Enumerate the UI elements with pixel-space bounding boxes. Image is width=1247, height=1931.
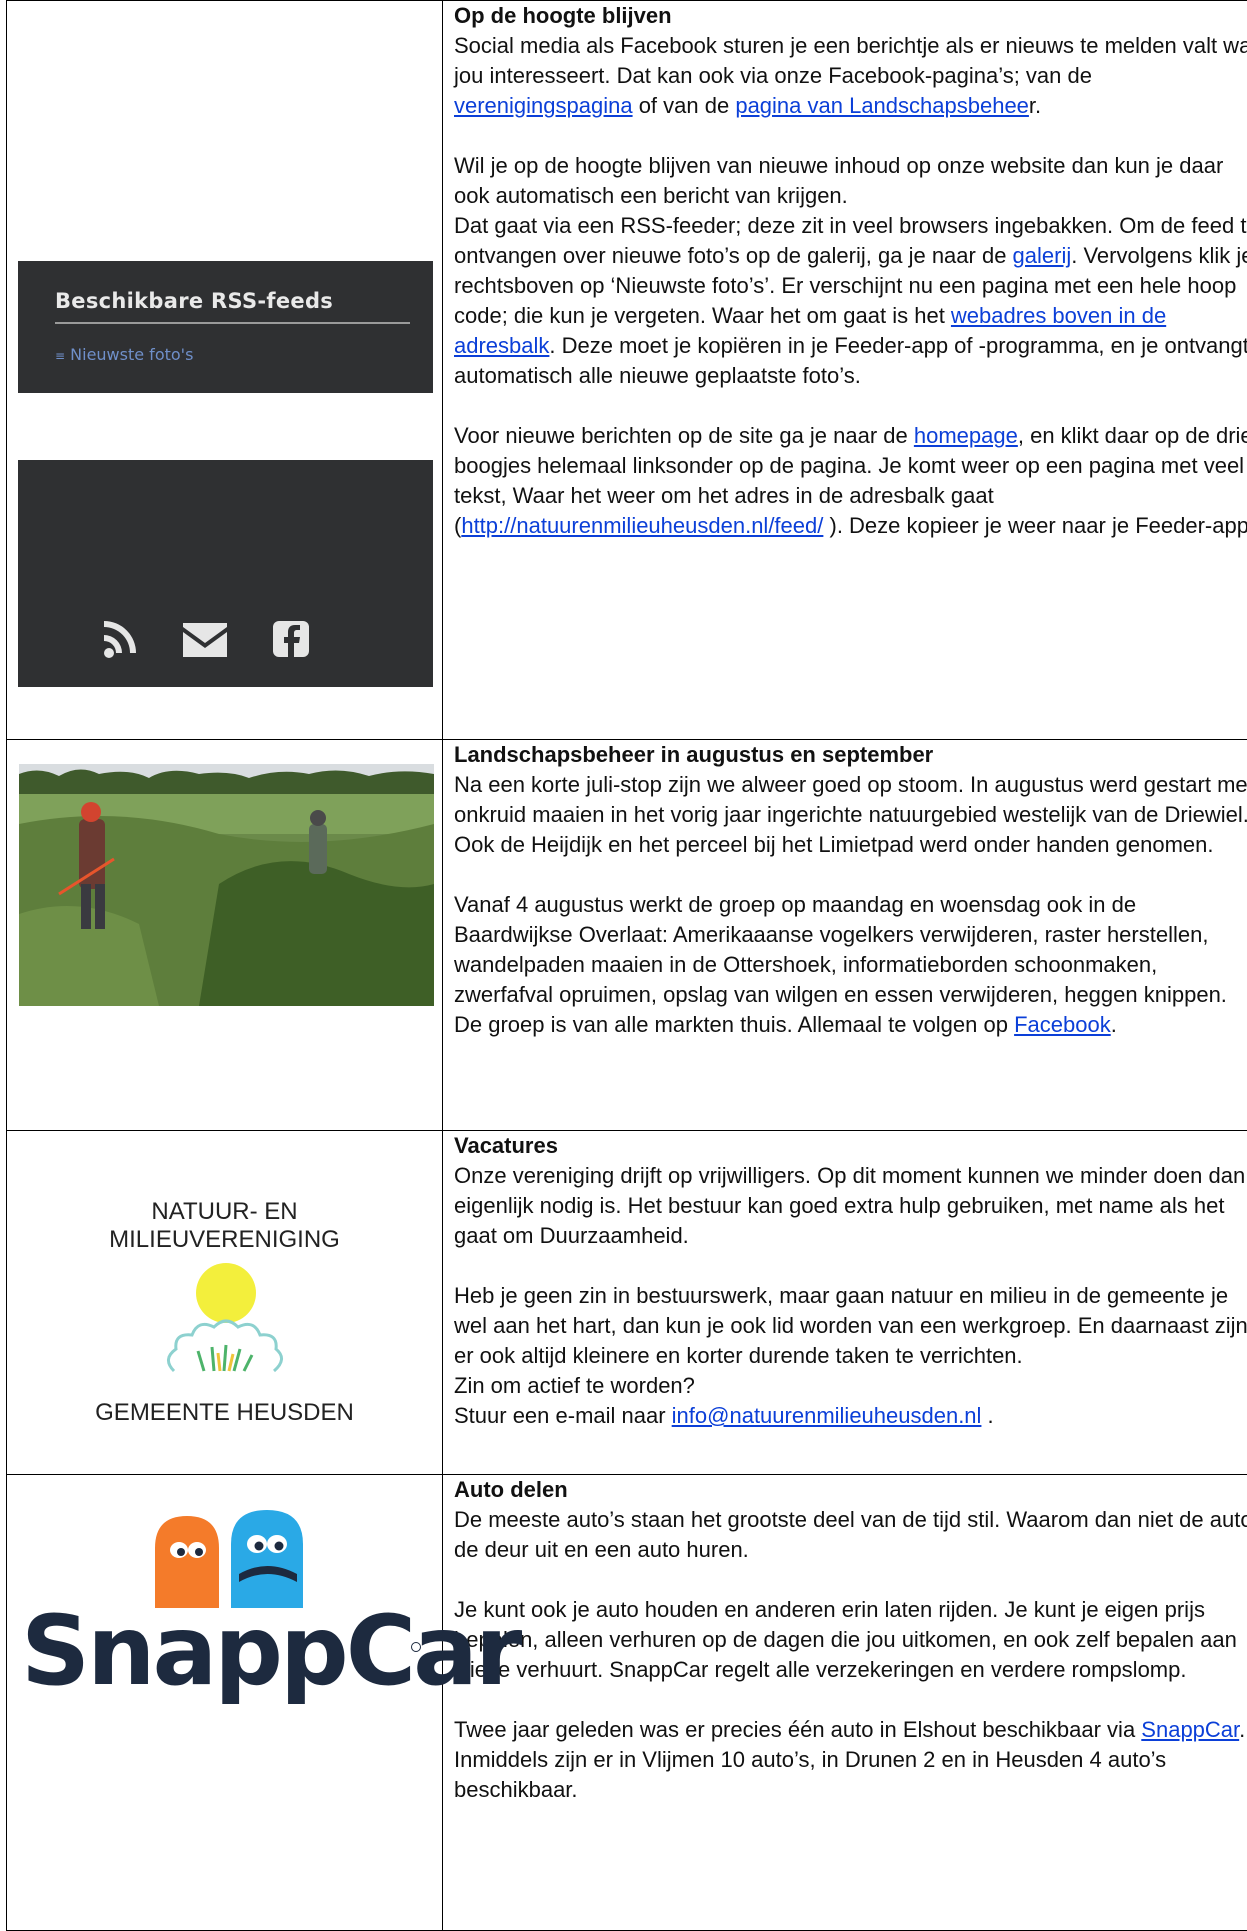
registered-mark-icon (411, 1642, 421, 1652)
logo-line: MILIEUVERENIGING (7, 1226, 442, 1254)
paragraph: Onze vereniging drijft op vrijwilligers.… (454, 1161, 1247, 1251)
feed-url-link[interactable]: http://natuurenmilieuheusden.nl/feed/ (461, 513, 823, 538)
article-title: Landschapsbeheer in augustus en septembe… (454, 740, 1247, 770)
article-vacancies: Vacatures Onze vereniging drijft op vrij… (443, 1131, 1247, 1475)
article-landscape-management: Landschapsbeheer in augustus en septembe… (443, 740, 1247, 1131)
rss-icon (104, 621, 136, 658)
snappcar-link[interactable]: SnappCar (1141, 1717, 1239, 1742)
association-page-link[interactable]: verenigingspagina (454, 93, 633, 118)
paragraph: Vanaf 4 augustus werkt de groep op maand… (454, 890, 1247, 1040)
association-logo: NATUUR- EN MILIEUVERENIGING (7, 1131, 442, 1474)
photo-cell (7, 740, 443, 1131)
paragraph: Twee jaar geleden was er precies één aut… (454, 1715, 1247, 1805)
newsletter-table: Beschikbare RSS-feeds ≡ Nieuwste foto's (6, 0, 1247, 1931)
divider (55, 322, 410, 324)
paragraph: De meeste auto’s staan het grootste deel… (454, 1505, 1247, 1565)
paragraph: Voor nieuwe berichten op de site ga je n… (454, 421, 1247, 541)
logo-text: NATUUR- EN MILIEUVERENIGING (7, 1198, 442, 1254)
snappcar-logo-text: SnappCar (21, 1595, 519, 1707)
mail-icon (183, 623, 227, 657)
text: . (981, 1403, 993, 1428)
logo-cell: NATUUR- EN MILIEUVERENIGING (7, 1131, 443, 1475)
article-row-carsharing: SnappCar Auto delen De meeste auto’s sta… (7, 1475, 1247, 1931)
text: Stuur een e-mail naar (454, 1403, 672, 1428)
article-row-rss: Beschikbare RSS-feeds ≡ Nieuwste foto's (7, 1, 1247, 740)
text: Twee jaar geleden was er precies één aut… (454, 1717, 1141, 1742)
snappcar-logo: SnappCar (7, 1475, 442, 1775)
facebook-icon (273, 621, 309, 657)
rss-feeds-screenshot: Beschikbare RSS-feeds ≡ Nieuwste foto's (18, 261, 433, 393)
article-row-vacancies: NATUUR- EN MILIEUVERENIGING (7, 1131, 1247, 1475)
article-stay-updated: Op de hoogte blijven Social media als Fa… (443, 1, 1247, 740)
snappcar-mascots-icon (147, 1508, 317, 1608)
landscape-page-link[interactable]: pagina van Landschapsbehee (735, 93, 1029, 118)
article-title: Auto delen (454, 1475, 1247, 1505)
rss-icon: ≡ (55, 349, 65, 363)
paragraph: Wil je op de hoogte blijven van nieuwe i… (454, 151, 1247, 211)
homepage-link[interactable]: homepage (914, 423, 1018, 448)
paragraph: Stuur een e-mail naar info@natuurenmilie… (454, 1401, 1247, 1431)
email-link[interactable]: info@natuurenmilieuheusden.nl (672, 1403, 982, 1428)
rss-panel-title: Beschikbare RSS-feeds (55, 289, 333, 313)
text: . Deze moet je kopiëren in je Feeder-app… (454, 333, 1247, 388)
paragraph: Na een korte juli-stop zijn we alweer go… (454, 770, 1247, 860)
newest-photos-link[interactable]: ≡ Nieuwste foto's (55, 345, 193, 364)
text: Social media als Facebook sturen je een … (454, 33, 1247, 88)
paragraph: Heb je geen zin in bestuurswerk, maar ga… (454, 1281, 1247, 1371)
snappcar-logo-cell: SnappCar (7, 1475, 443, 1931)
rss-image-cell: Beschikbare RSS-feeds ≡ Nieuwste foto's (7, 1, 443, 740)
newest-photos-label: Nieuwste foto's (70, 345, 193, 364)
article-title: Vacatures (454, 1131, 1247, 1161)
sun-cloud-icon (154, 1259, 294, 1399)
logo-bottom-text: GEMEENTE HEUSDEN (7, 1399, 442, 1427)
article-row-landscape: Landschapsbeheer in augustus en septembe… (7, 740, 1247, 1131)
text: . (1111, 1012, 1117, 1037)
paragraph: Je kunt ook je auto houden en anderen er… (454, 1595, 1247, 1685)
text: of van de (633, 93, 736, 118)
social-icons (18, 609, 433, 669)
paragraph: Zin om actief te worden? (454, 1371, 1247, 1401)
gallery-link[interactable]: galerij (1013, 243, 1072, 268)
text: ). Deze kopieer je weer naar je Feeder-a… (823, 513, 1247, 538)
paragraph: Social media als Facebook sturen je een … (454, 31, 1247, 121)
article-car-sharing: Auto delen De meeste auto’s staan het gr… (443, 1475, 1247, 1931)
social-icons-screenshot (18, 460, 433, 687)
text: Voor nieuwe berichten op de site ga je n… (454, 423, 914, 448)
article-title: Op de hoogte blijven (454, 1, 1247, 31)
logo-line: NATUUR- EN (7, 1198, 442, 1226)
landscape-work-photo (19, 764, 434, 1006)
facebook-link[interactable]: Facebook (1014, 1012, 1111, 1037)
text: r. (1029, 93, 1041, 118)
paragraph: Dat gaat via een RSS-feeder; deze zit in… (454, 211, 1247, 391)
